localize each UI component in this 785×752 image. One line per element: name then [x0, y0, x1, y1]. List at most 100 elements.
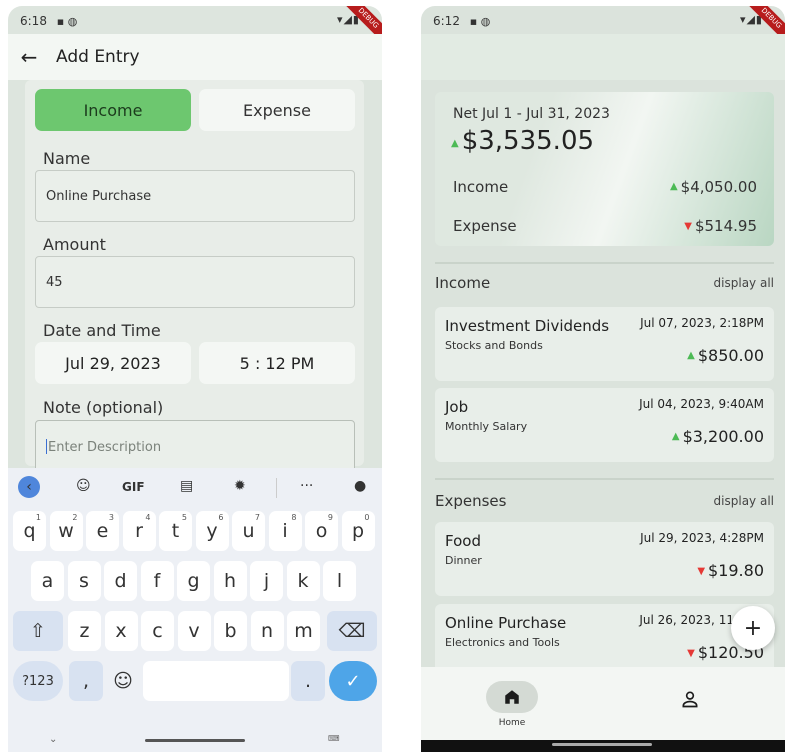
key-x[interactable]: x: [104, 611, 138, 651]
key-j[interactable]: j: [250, 561, 283, 601]
note-field[interactable]: Enter Description: [35, 420, 355, 472]
keyboard-toolbar: ‹ ☺ GIF ▤ ✹ ··· ●: [8, 468, 382, 506]
income-toggle-button[interactable]: Income: [35, 89, 191, 131]
key-number-hint: 7: [254, 513, 260, 522]
key-b[interactable]: b: [214, 611, 247, 651]
income-list-item[interactable]: Job Monthly Salary Jul 04, 2023, 9:40AM …: [435, 388, 774, 462]
status-time: 6:12: [433, 14, 460, 28]
expense-list-item[interactable]: Food Dinner Jul 29, 2023, 4:28PM ▼ $19.80: [435, 522, 774, 596]
emoji-key-icon[interactable]: ☺: [106, 661, 140, 701]
key-label: t: [171, 520, 180, 542]
key-number-hint: 2: [72, 513, 78, 522]
backspace-key-icon[interactable]: ⌫: [327, 611, 377, 651]
item-amount: ▲ $850.00: [687, 346, 764, 365]
collapse-toolbar-icon[interactable]: ‹: [18, 476, 40, 498]
key-label: q: [23, 520, 36, 542]
key-y[interactable]: y6: [195, 511, 229, 551]
settings-icon[interactable]: ✹: [234, 478, 246, 494]
income-total: ▲ $4,050.00: [670, 178, 757, 196]
key-w[interactable]: w2: [49, 511, 83, 551]
key-p[interactable]: p0: [341, 511, 375, 551]
income-display-all-link[interactable]: display all: [714, 276, 774, 290]
notification-icons: ▪ ◍: [469, 15, 491, 28]
key-n[interactable]: n: [250, 611, 284, 651]
key-d[interactable]: d: [104, 561, 137, 601]
key-s[interactable]: s: [67, 561, 101, 601]
up-triangle-icon: ▲: [687, 350, 695, 361]
key-number-hint: 9: [327, 513, 333, 522]
key-label: i: [282, 520, 288, 542]
enter-key-icon[interactable]: ✓: [329, 661, 377, 701]
summary-expense-row: Expense ▼ $514.95: [453, 217, 757, 235]
clipboard-icon[interactable]: ▤: [180, 478, 193, 494]
key-i[interactable]: i8: [268, 511, 302, 551]
microphone-icon[interactable]: ●: [354, 478, 366, 494]
period-key[interactable]: .: [291, 661, 325, 701]
symbols-key[interactable]: ?123: [13, 661, 63, 701]
expense-section-title: Expenses: [435, 492, 507, 510]
income-list-item[interactable]: Investment Dividends Stocks and Bonds Ju…: [435, 307, 774, 381]
time-picker-button[interactable]: 5 : 12 PM: [199, 342, 355, 384]
hide-keyboard-icon[interactable]: ⌄: [49, 734, 57, 745]
down-triangle-icon: ▼: [687, 648, 695, 659]
add-entry-screen: 6:18 ▪ ◍ ▾◢▮ DEBUG ← Add Entry Income Ex…: [8, 6, 382, 752]
name-label: Name: [43, 149, 91, 168]
income-label: Income: [453, 178, 509, 196]
entry-form: Income Expense Name Online Purchase Amou…: [25, 80, 364, 472]
sticker-icon[interactable]: ☺: [76, 478, 91, 494]
text-cursor: [46, 439, 47, 454]
more-icon[interactable]: ···: [300, 478, 313, 494]
key-v[interactable]: v: [177, 611, 211, 651]
key-label: o: [315, 520, 328, 542]
home-screen: 6:12 ▪ ◍ ▾◢▮ DEBUG Net Jul 1 - Jul 31, 2…: [421, 6, 785, 752]
key-label: u: [242, 520, 255, 542]
key-o[interactable]: o9: [305, 511, 338, 551]
item-amount-value: $850.00: [697, 346, 764, 365]
key-t[interactable]: t5: [159, 511, 192, 551]
page-title: Add Entry: [56, 47, 140, 67]
key-l[interactable]: l: [323, 561, 356, 601]
keyboard-switch-icon[interactable]: ⌨: [328, 734, 340, 743]
key-z[interactable]: z: [68, 611, 101, 651]
toolbar-divider: [276, 478, 277, 498]
key-k[interactable]: k: [286, 561, 320, 601]
item-date: Jul 26, 2023, 11:: [639, 613, 738, 627]
gif-button[interactable]: GIF: [122, 480, 145, 494]
item-date: Jul 07, 2023, 2:18PM: [640, 316, 764, 330]
date-picker-button[interactable]: Jul 29, 2023: [35, 342, 191, 384]
name-field[interactable]: Online Purchase: [35, 170, 355, 222]
key-a[interactable]: a: [31, 561, 64, 601]
amount-field[interactable]: 45: [35, 256, 355, 308]
key-number-hint: 3: [108, 513, 114, 522]
home-nav-button[interactable]: [486, 681, 538, 713]
expense-toggle-button[interactable]: Expense: [199, 89, 355, 131]
item-subtitle: Electronics and Tools: [445, 636, 560, 649]
key-r[interactable]: r4: [122, 511, 156, 551]
key-label: p: [351, 520, 365, 542]
amount-label: Amount: [43, 235, 106, 254]
home-icon: [505, 690, 519, 704]
down-triangle-icon: ▼: [697, 566, 706, 577]
key-e[interactable]: e3: [86, 511, 119, 551]
back-arrow-icon[interactable]: ←: [8, 45, 50, 69]
comma-key[interactable]: ,: [69, 661, 103, 701]
key-g[interactable]: g: [177, 561, 210, 601]
key-h[interactable]: h: [213, 561, 247, 601]
key-number-hint: 1: [35, 513, 41, 522]
expense-display-all-link[interactable]: display all: [714, 494, 774, 508]
space-key[interactable]: [143, 661, 289, 701]
key-u[interactable]: u7: [232, 511, 265, 551]
item-amount-value: $19.80: [708, 561, 764, 580]
key-label: r: [135, 520, 143, 542]
item-title: Job: [445, 398, 469, 416]
summary-income-row: Income ▲ $4,050.00: [453, 178, 757, 196]
key-c[interactable]: c: [141, 611, 174, 651]
shift-key-icon[interactable]: ⇧: [13, 611, 63, 651]
key-q[interactable]: q1: [13, 511, 46, 551]
up-triangle-icon: ▲: [671, 431, 680, 442]
key-f[interactable]: f: [140, 561, 174, 601]
add-entry-fab[interactable]: +: [731, 606, 775, 650]
profile-nav-button[interactable]: [675, 684, 705, 714]
app-bar: ← Add Entry: [8, 34, 382, 80]
key-m[interactable]: m: [287, 611, 320, 651]
